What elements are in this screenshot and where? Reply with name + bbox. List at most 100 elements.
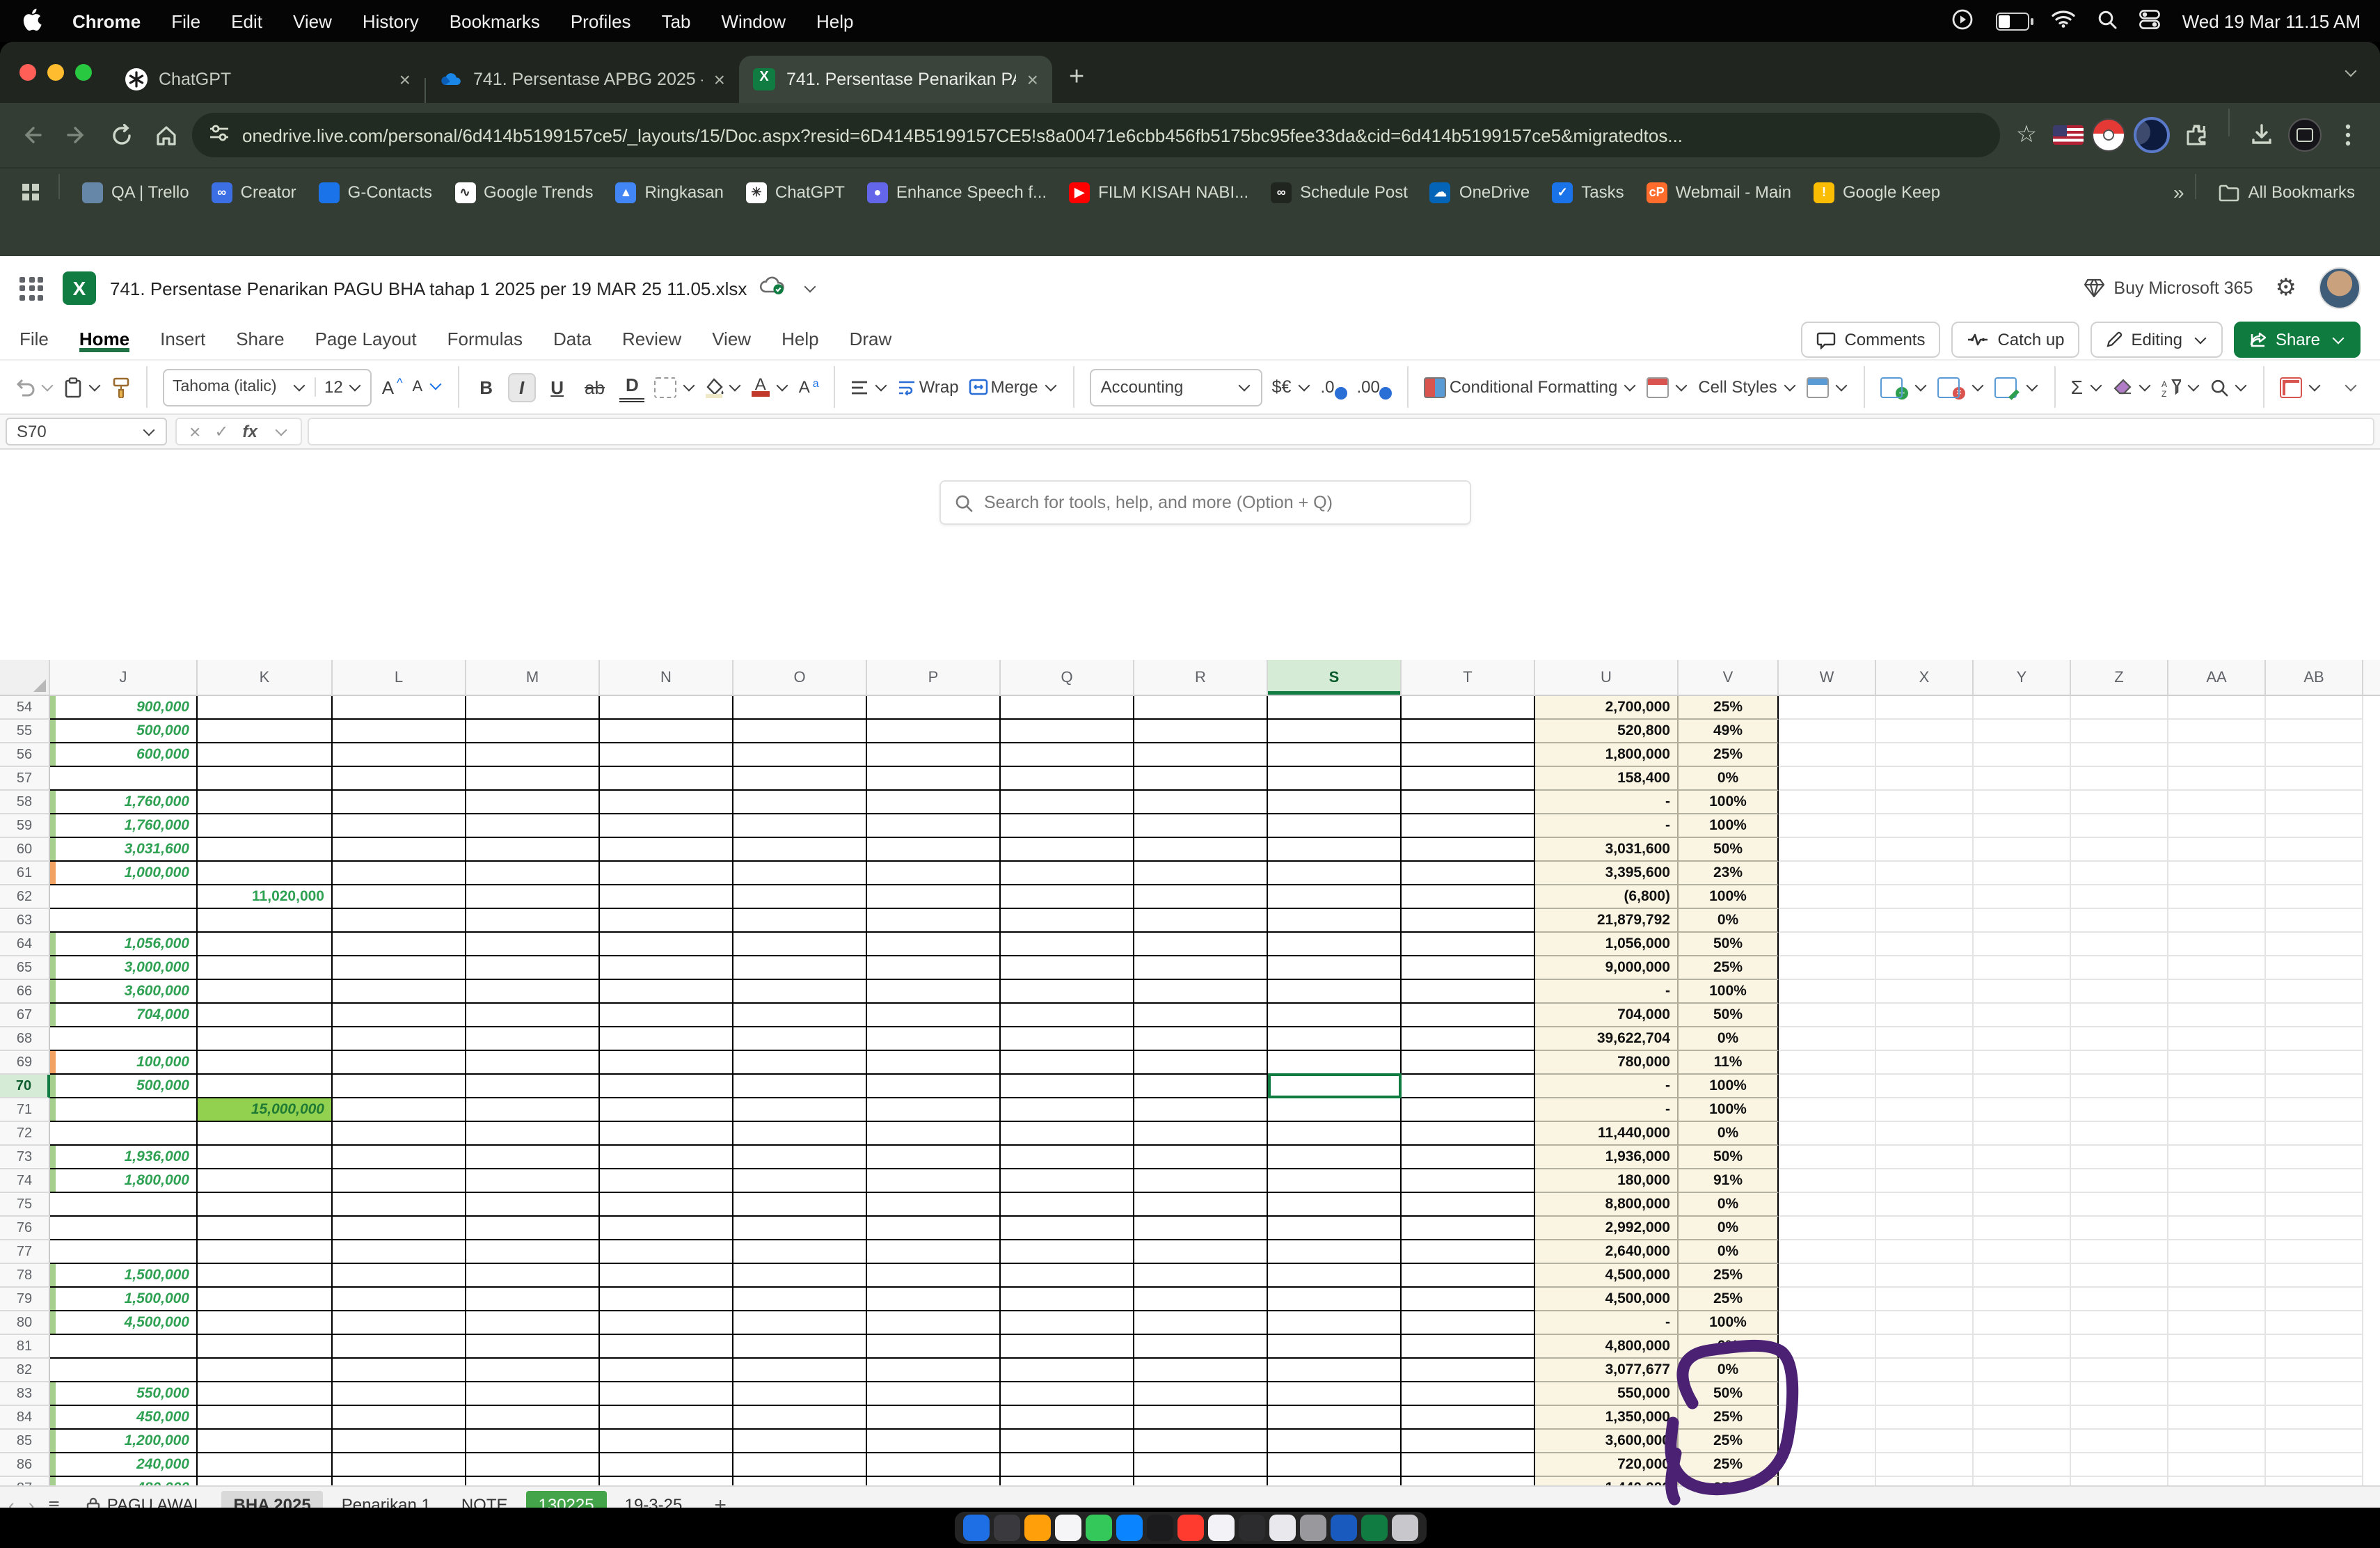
cell-R63[interactable] — [1134, 909, 1268, 933]
cell-U55[interactable]: 520,800 — [1535, 720, 1679, 743]
cell-Z56[interactable] — [2071, 743, 2168, 767]
cell-W79[interactable] — [1779, 1288, 1876, 1311]
cell-T63[interactable] — [1402, 909, 1535, 933]
sheet-tab-penarikan-1[interactable]: Penarikan 1 — [329, 1491, 443, 1508]
cell-Z54[interactable] — [2071, 696, 2168, 720]
cell-S56[interactable] — [1268, 743, 1402, 767]
increase-decimal-button[interactable]: .00 — [1356, 375, 1392, 399]
cell-L82[interactable] — [333, 1359, 466, 1382]
cell-N62[interactable] — [600, 885, 733, 909]
cell-AB67[interactable] — [2266, 1004, 2363, 1027]
cell-Y78[interactable] — [1974, 1264, 2071, 1288]
cell-V73[interactable]: 50% — [1679, 1146, 1779, 1169]
cell-N57[interactable] — [600, 767, 733, 791]
cell-O59[interactable] — [733, 814, 867, 838]
cell-M69[interactable] — [466, 1051, 600, 1075]
cell-U75[interactable]: 8,800,000 — [1535, 1193, 1679, 1217]
cell-X65[interactable] — [1876, 956, 1974, 980]
cell-V86[interactable]: 25% — [1679, 1453, 1779, 1477]
cell-T57[interactable] — [1402, 767, 1535, 791]
cell-W61[interactable] — [1779, 862, 1876, 885]
cell-J74[interactable]: 1,800,000 — [50, 1169, 198, 1193]
cell-Q79[interactable] — [1001, 1288, 1134, 1311]
row-header-58[interactable]: 58 — [0, 791, 50, 814]
cell-W55[interactable] — [1779, 720, 1876, 743]
cell-N76[interactable] — [600, 1217, 733, 1240]
cell-N77[interactable] — [600, 1240, 733, 1264]
cell-O57[interactable] — [733, 767, 867, 791]
cell-Y59[interactable] — [1974, 814, 2071, 838]
cell-W63[interactable] — [1779, 909, 1876, 933]
cell-T56[interactable] — [1402, 743, 1535, 767]
cell-AA77[interactable] — [2168, 1240, 2266, 1264]
cell-V84[interactable]: 25% — [1679, 1406, 1779, 1430]
cell-Y63[interactable] — [1974, 909, 2071, 933]
ribbon-collapse-chevron[interactable] — [2341, 381, 2358, 393]
cell-L57[interactable] — [333, 767, 466, 791]
cell-N55[interactable] — [600, 720, 733, 743]
cell-V64[interactable]: 50% — [1679, 933, 1779, 956]
cell-Y58[interactable] — [1974, 791, 2071, 814]
row-header-81[interactable]: 81 — [0, 1335, 50, 1359]
cell-S72[interactable] — [1268, 1122, 1402, 1146]
cell-Q60[interactable] — [1001, 838, 1134, 862]
cell-V83[interactable]: 50% — [1679, 1382, 1779, 1406]
cell-K57[interactable] — [198, 767, 333, 791]
cell-M72[interactable] — [466, 1122, 600, 1146]
cell-Y62[interactable] — [1974, 885, 2071, 909]
sheet-tab-note[interactable]: NOTE — [449, 1491, 521, 1508]
grow-font-button[interactable]: A^ — [382, 375, 403, 399]
cell-Q73[interactable] — [1001, 1146, 1134, 1169]
cell-W81[interactable] — [1779, 1335, 1876, 1359]
back-button[interactable] — [14, 117, 50, 153]
cell-P77[interactable] — [867, 1240, 1001, 1264]
cell-J61[interactable]: 1,000,000 — [50, 862, 198, 885]
app-launcher-icon[interactable] — [19, 276, 43, 300]
cell-Z71[interactable] — [2071, 1098, 2168, 1122]
cell-J68[interactable] — [50, 1027, 198, 1051]
cell-Q69[interactable] — [1001, 1051, 1134, 1075]
row-header-70[interactable]: 70 — [0, 1075, 50, 1098]
cell-Z69[interactable] — [2071, 1051, 2168, 1075]
cell-Q83[interactable] — [1001, 1382, 1134, 1406]
cell-Y85[interactable] — [1974, 1430, 2071, 1453]
cell-O69[interactable] — [733, 1051, 867, 1075]
cell-X64[interactable] — [1876, 933, 1974, 956]
cell-L72[interactable] — [333, 1122, 466, 1146]
cell-N59[interactable] — [600, 814, 733, 838]
cell-T73[interactable] — [1402, 1146, 1535, 1169]
cell-AA84[interactable] — [2168, 1406, 2266, 1430]
cell-Z73[interactable] — [2071, 1146, 2168, 1169]
row-header-80[interactable]: 80 — [0, 1311, 50, 1335]
cell-J86[interactable]: 240,000 — [50, 1453, 198, 1477]
underline-button[interactable]: U — [545, 374, 569, 400]
cell-J65[interactable]: 3,000,000 — [50, 956, 198, 980]
cell-Z63[interactable] — [2071, 909, 2168, 933]
cell-Y72[interactable] — [1974, 1122, 2071, 1146]
cell-N58[interactable] — [600, 791, 733, 814]
cell-O67[interactable] — [733, 1004, 867, 1027]
cell-X74[interactable] — [1876, 1169, 1974, 1193]
cell-K72[interactable] — [198, 1122, 333, 1146]
cell-R81[interactable] — [1134, 1335, 1268, 1359]
strikethrough-button[interactable]: ab — [579, 374, 610, 400]
cell-Z84[interactable] — [2071, 1406, 2168, 1430]
cell-S74[interactable] — [1268, 1169, 1402, 1193]
cell-L80[interactable] — [333, 1311, 466, 1335]
cell-K74[interactable] — [198, 1169, 333, 1193]
row-header-66[interactable]: 66 — [0, 980, 50, 1004]
cell-L74[interactable] — [333, 1169, 466, 1193]
cell-Y73[interactable] — [1974, 1146, 2071, 1169]
cell-O68[interactable] — [733, 1027, 867, 1051]
cell-AA85[interactable] — [2168, 1430, 2266, 1453]
cell-X66[interactable] — [1876, 980, 1974, 1004]
cell-N60[interactable] — [600, 838, 733, 862]
column-header-K[interactable]: K — [198, 660, 333, 695]
cell-L60[interactable] — [333, 838, 466, 862]
row-header-76[interactable]: 76 — [0, 1217, 50, 1240]
ribbon-tab-help[interactable]: Help — [782, 328, 819, 352]
bookmark-creator[interactable]: ∞Creator — [200, 177, 308, 207]
cell-K65[interactable] — [198, 956, 333, 980]
cell-V59[interactable]: 100% — [1679, 814, 1779, 838]
row-header-83[interactable]: 83 — [0, 1382, 50, 1406]
